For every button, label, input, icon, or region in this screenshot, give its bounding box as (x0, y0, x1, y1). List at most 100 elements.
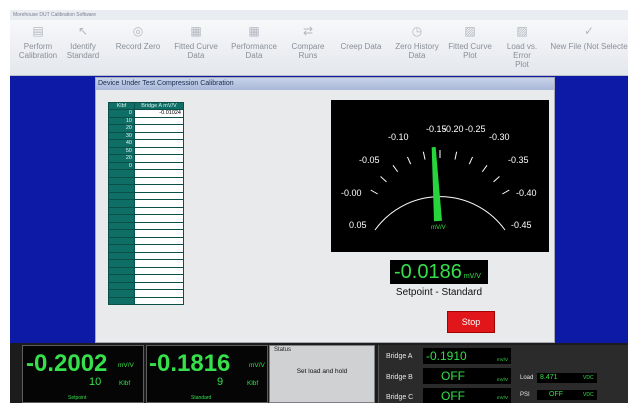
klbf-cell[interactable] (108, 199, 135, 208)
bridge-a-cell[interactable] (133, 229, 185, 238)
klbf-cell[interactable] (108, 206, 135, 215)
standard-label: Standard (191, 395, 212, 401)
gauge-tick (370, 189, 378, 195)
bridge-a-cell[interactable] (133, 259, 185, 268)
bridge-a-cell[interactable] (133, 154, 185, 163)
bridge-a-cell[interactable] (133, 131, 185, 140)
klbf-cell[interactable]: 20 (108, 124, 135, 133)
gauge-tick-label: -0.05 (359, 155, 380, 165)
bridge-a-cell[interactable] (133, 221, 185, 230)
klbf-cell[interactable]: 30 (108, 131, 135, 140)
circle-icon: ◎ (132, 24, 144, 38)
check-icon: ✓ (583, 24, 595, 38)
digital-unit: mV/V (463, 273, 481, 280)
gauge-needle (431, 147, 442, 222)
klbf-cell[interactable]: 0 (108, 109, 135, 118)
klbf-cell[interactable] (108, 184, 135, 193)
bridge-a-cell[interactable] (133, 281, 185, 290)
klbf-cell[interactable] (108, 214, 135, 223)
klbf-cell[interactable]: 20 (108, 154, 135, 163)
gauge-tick-label: -0.20 (443, 124, 464, 134)
table-row (108, 266, 185, 275)
fitted-curve-plot-button[interactable]: ▨ Fitted Curve Plot (446, 22, 494, 72)
klbf-cell[interactable] (108, 244, 135, 253)
bridge-a-cell[interactable] (133, 289, 185, 298)
creep-data-button[interactable]: Creep Data (338, 22, 384, 72)
klbf-cell[interactable]: 0 (108, 161, 135, 170)
klbf-cell[interactable]: 50 (108, 146, 135, 155)
klbf-cell[interactable] (108, 266, 135, 275)
bridge-a-unit: mV/V (497, 357, 509, 362)
fitted-curve-data-button[interactable]: ▦ Fitted Curve Data (172, 22, 220, 72)
klbf-cell[interactable] (108, 221, 135, 230)
klbf-cell[interactable] (108, 191, 135, 200)
bridge-a-cell[interactable] (133, 236, 185, 245)
column-header-bridge-a: Bridge A mV/V (133, 102, 185, 110)
gauge-unit: mV/V (431, 225, 446, 231)
bridge-a-cell[interactable] (133, 191, 185, 200)
klbf-cell[interactable] (108, 236, 135, 245)
gauge-tick (454, 151, 458, 160)
new-file-button[interactable]: ✓ New File (Not Selecte (550, 22, 628, 72)
klbf-cell[interactable] (108, 259, 135, 268)
bridge-c-label: Bridge C (386, 394, 414, 401)
table-row (108, 176, 185, 185)
gauge-tick (392, 164, 399, 173)
bridge-a-cell[interactable] (133, 161, 185, 170)
klbf-cell[interactable]: 40 (108, 139, 135, 148)
table-row (108, 251, 185, 260)
klbf-cell[interactable] (108, 229, 135, 238)
standard-display: -0.1816 mV/V 9 Klbf Standard (146, 345, 268, 403)
digital-value: -0.0186 (394, 261, 462, 283)
table-row: 30 (108, 131, 185, 140)
table-row (108, 281, 185, 290)
bridge-a-cell[interactable]: -0.01024 (133, 109, 185, 118)
zero-history-data-button[interactable]: ◷ Zero History Data (394, 22, 440, 72)
table-row (108, 296, 185, 305)
bridge-a-cell[interactable] (133, 124, 185, 133)
bridge-a-cell[interactable] (133, 251, 185, 260)
panel-title: Device Under Test Compression Calibratio… (96, 78, 554, 90)
klbf-cell[interactable] (108, 289, 135, 298)
klbf-cell[interactable] (108, 296, 135, 305)
status-message: Set load and hold (296, 368, 348, 375)
stop-button[interactable]: Stop (447, 311, 495, 333)
table-row (108, 169, 185, 178)
gauge-tick-label: -0.10 (388, 132, 409, 142)
gauge-tick-label: -0.35 (508, 155, 529, 165)
bridge-a-cell[interactable] (133, 266, 185, 275)
grid-icon: ▦ (248, 24, 260, 38)
bridge-a-cell[interactable] (133, 169, 185, 178)
psi-label: PSI (520, 392, 530, 398)
record-zero-button[interactable]: ◎ Record Zero (113, 22, 163, 72)
bridge-a-cell[interactable] (133, 184, 185, 193)
bridge-a-cell[interactable] (133, 214, 185, 223)
status-panel: Status Set load and hold (269, 345, 375, 403)
load-vs-error-plot-button[interactable]: ▨ Load vs. Error Plot (498, 22, 546, 72)
bridge-a-cell[interactable] (133, 244, 185, 253)
bridge-a-cell[interactable] (133, 176, 185, 185)
klbf-cell[interactable] (108, 281, 135, 290)
bridge-a-cell[interactable] (133, 206, 185, 215)
bridge-a-cell[interactable] (133, 274, 185, 283)
performance-data-button[interactable]: ▦ Performance Data (228, 22, 280, 72)
ribbon-toolbar: ▤ Perform Calibration ↖ Identify Standard … (10, 20, 628, 76)
klbf-cell[interactable] (108, 274, 135, 283)
identify-standard-button[interactable]: ↖ Identify Standard (64, 22, 102, 72)
bridge-a-cell[interactable] (133, 139, 185, 148)
bridge-a-cell[interactable] (133, 199, 185, 208)
compare-icon: ⇄ (302, 24, 314, 38)
compare-runs-button[interactable]: ⇄ Compare Runs (286, 22, 330, 72)
klbf-cell[interactable] (108, 176, 135, 185)
klbf-cell[interactable]: 10 (108, 116, 135, 125)
bridge-a-cell[interactable] (133, 116, 185, 125)
bridge-a-cell[interactable] (133, 296, 185, 305)
setpoint-unit: mV/V (118, 362, 134, 369)
window-titlebar: Morehouse DUT Calibration Software (10, 10, 628, 20)
gauge-tick (481, 164, 488, 173)
klbf-cell[interactable] (108, 169, 135, 178)
bridge-a-cell[interactable] (133, 146, 185, 155)
klbf-cell[interactable] (108, 251, 135, 260)
perform-calibration-button[interactable]: ▤ Perform Calibration (16, 22, 60, 72)
table-row (108, 229, 185, 238)
